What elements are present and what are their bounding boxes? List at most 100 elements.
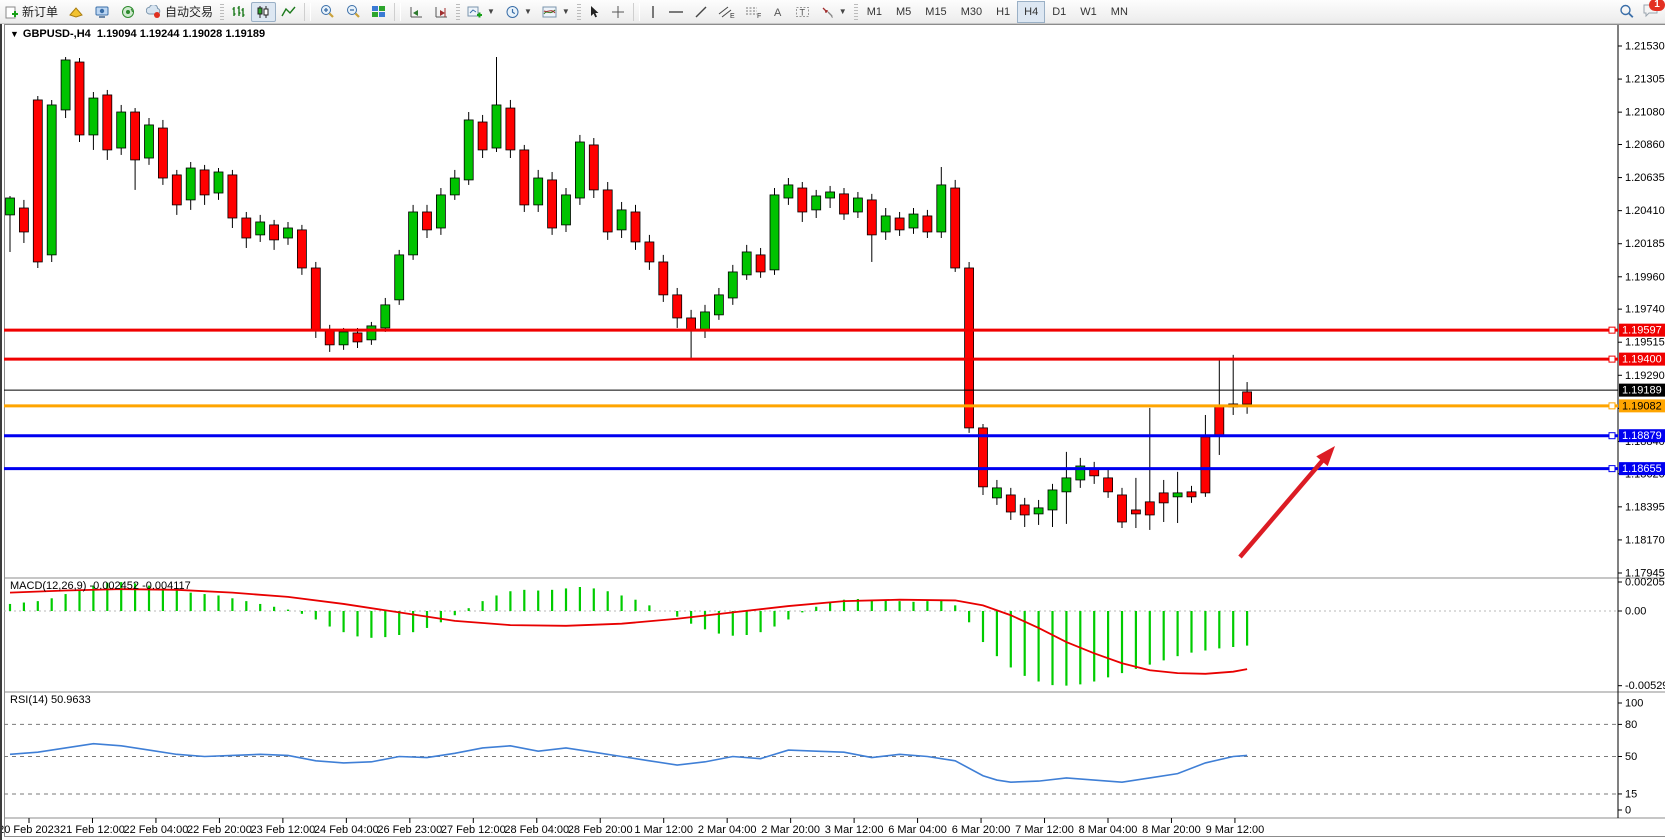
time-tick-label: 22 Feb 04:00	[124, 824, 189, 836]
timeframe-D1[interactable]: D1	[1045, 1, 1073, 23]
new-order-button[interactable]: 新订单	[0, 2, 63, 22]
candle-body	[631, 212, 640, 242]
price-tick-label: 1.21080	[1625, 107, 1665, 119]
candle-body	[603, 190, 612, 232]
market-watch-button[interactable]	[63, 2, 89, 22]
new-chart-icon	[467, 5, 483, 19]
price-tick-label: 1.19290	[1625, 370, 1665, 382]
timeframe-H1[interactable]: H1	[989, 1, 1017, 23]
templates-button[interactable]: ▼	[537, 2, 575, 22]
autotrade-button[interactable]: 自动交易	[141, 2, 218, 22]
fibonacci-tool-button[interactable]: F	[740, 2, 767, 22]
hline-endpoint-marker[interactable]	[1609, 403, 1615, 409]
candle-body	[270, 225, 279, 240]
candle-body	[89, 98, 98, 135]
time-tick-label: 2 Mar 20:00	[761, 824, 820, 836]
price-tick-label: 1.21530	[1625, 41, 1665, 53]
timeframe-M1[interactable]: M1	[860, 1, 889, 23]
autotrade-label: 自动交易	[165, 3, 213, 20]
line-chart-icon	[281, 5, 296, 19]
candle-body	[409, 212, 418, 255]
price-label-text: 1.19400	[1622, 354, 1662, 366]
candle-body	[826, 192, 835, 198]
tile-windows-button[interactable]	[366, 2, 391, 22]
zoom-out-button[interactable]	[340, 2, 366, 22]
hline-endpoint-marker[interactable]	[1609, 356, 1615, 362]
timeframe-M15[interactable]: M15	[918, 1, 953, 23]
candle-body	[423, 212, 432, 230]
candle-body	[228, 175, 237, 218]
timeframe-H4[interactable]: H4	[1017, 1, 1045, 23]
macd-tick-label: -0.005292	[1625, 680, 1665, 692]
candle-body	[840, 194, 849, 214]
label-tool-button[interactable]: T	[790, 2, 815, 22]
candle-body	[1006, 495, 1015, 512]
period-button[interactable]: ▼	[500, 2, 537, 22]
price-tick-label: 1.20410	[1625, 205, 1665, 217]
timeframe-W1[interactable]: W1	[1073, 1, 1104, 23]
time-tick-label: 6 Mar 20:00	[952, 824, 1011, 836]
candle-body	[1187, 492, 1196, 497]
candle-body	[75, 62, 84, 135]
time-tick-label: 8 Mar 04:00	[1079, 824, 1138, 836]
signals-button[interactable]	[115, 2, 141, 22]
toolbar-grip	[220, 4, 224, 20]
rsi-tick-label: 80	[1625, 719, 1637, 731]
candle-body	[687, 318, 696, 330]
price-tick-label: 1.19515	[1625, 337, 1665, 349]
chart-shift-button[interactable]	[404, 2, 429, 22]
vertical-line-tool-button[interactable]	[643, 2, 663, 22]
macd-tick-label: 0.00	[1625, 606, 1646, 618]
search-icon[interactable]	[1619, 4, 1634, 19]
terminal-button[interactable]	[89, 2, 115, 22]
time-tick-label: 9 Mar 12:00	[1206, 824, 1265, 836]
hline-endpoint-marker[interactable]	[1609, 433, 1615, 439]
toolbar-separator	[394, 3, 401, 21]
rsi-tick-label: 0	[1625, 805, 1631, 817]
chat-button[interactable]: 1	[1642, 3, 1659, 21]
trendline-tool-button[interactable]	[689, 2, 713, 22]
candle-body	[937, 185, 946, 232]
candle-body	[506, 108, 515, 150]
main-toolbar: 新订单 自动交易	[0, 0, 1665, 24]
horizontal-line-tool-button[interactable]	[663, 2, 689, 22]
chart-autoscroll-button[interactable]	[429, 2, 454, 22]
fibonacci-icon: F	[745, 5, 762, 19]
candlestick-chart-type-button[interactable]	[251, 2, 276, 22]
vertical-line-icon	[648, 5, 658, 19]
signal-icon	[120, 5, 136, 19]
timeframe-M5[interactable]: M5	[889, 1, 918, 23]
arrows-tool-button[interactable]: ▼	[815, 2, 852, 22]
candle-body	[61, 60, 70, 110]
text-tool-button[interactable]: A	[767, 2, 790, 22]
rsi-tick-label: 15	[1625, 788, 1637, 800]
zoom-in-button[interactable]	[314, 2, 340, 22]
candle-body	[992, 488, 1001, 498]
crosshair-tool-button[interactable]	[606, 2, 630, 22]
timeframe-MN[interactable]: MN	[1104, 1, 1135, 23]
symbol-dropdown-icon[interactable]: ▼	[10, 29, 19, 39]
chart-canvas[interactable]: 1.215301.213051.210801.208601.206351.204…	[2, 24, 1665, 840]
candle-body	[853, 198, 862, 212]
bar-chart-type-button[interactable]	[226, 2, 251, 22]
channel-tool-button[interactable]: E	[713, 2, 740, 22]
hline-endpoint-marker[interactable]	[1609, 466, 1615, 472]
cursor-tool-button[interactable]	[583, 2, 606, 22]
candle-body	[381, 305, 390, 328]
new-chart-button[interactable]: ▼	[462, 2, 500, 22]
candle-body	[145, 125, 154, 158]
price-tick-label: 1.21305	[1625, 74, 1665, 86]
candle-body	[742, 252, 751, 275]
hline-endpoint-marker[interactable]	[1609, 327, 1615, 333]
chart-symbol-period: GBPUSD-,H4	[23, 28, 91, 40]
timeframe-M30[interactable]: M30	[954, 1, 989, 23]
line-chart-type-button[interactable]	[276, 2, 301, 22]
candle-body	[1145, 502, 1154, 515]
candle-body	[645, 242, 654, 262]
chat-unread-badge: 1	[1649, 0, 1665, 11]
candle-body	[450, 178, 459, 195]
time-tick-label: 3 Mar 12:00	[825, 824, 884, 836]
candle-body	[520, 150, 529, 205]
toolbar-grip	[456, 4, 460, 20]
candle-body	[965, 268, 974, 428]
